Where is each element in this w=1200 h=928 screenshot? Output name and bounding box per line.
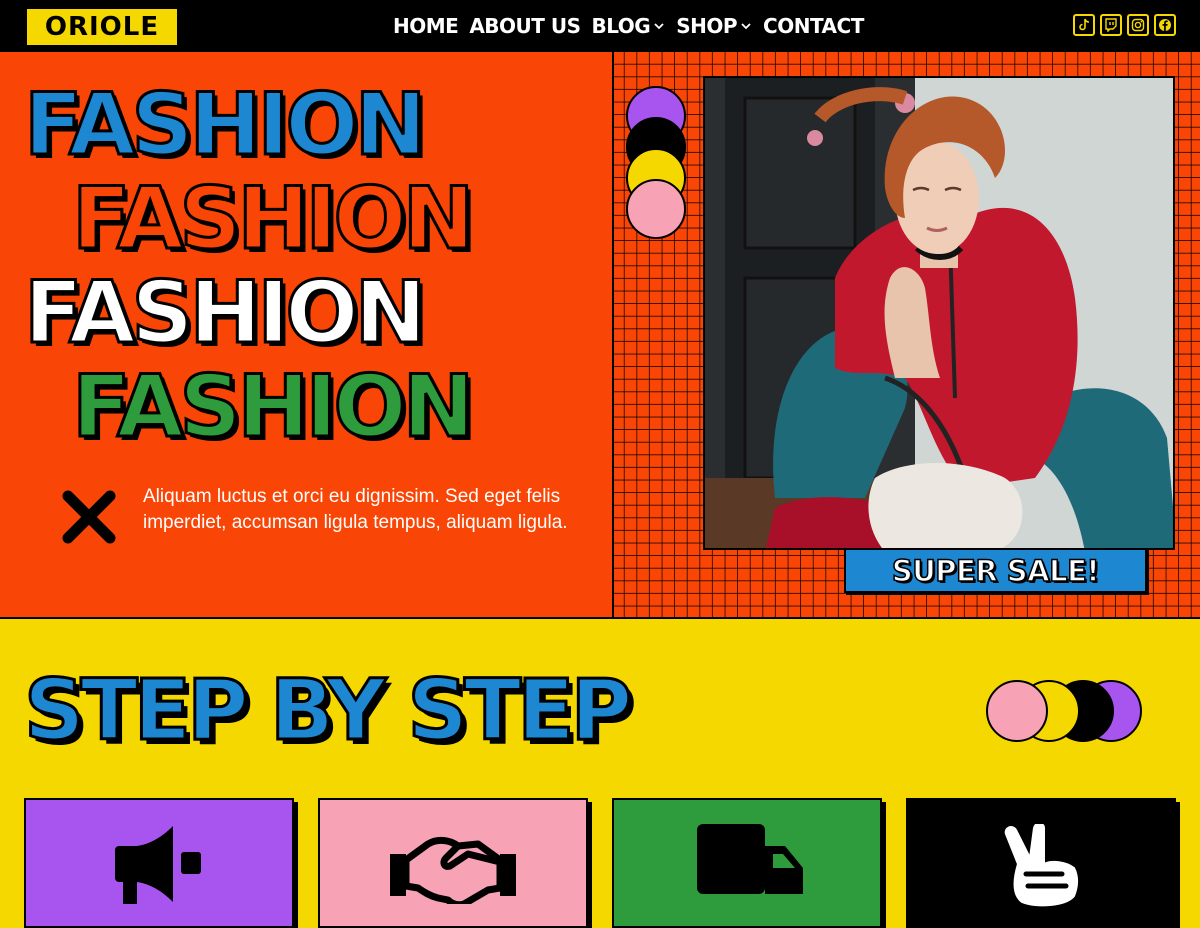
hero-body-text: Aliquam luctus et orci eu dignissim. Sed… bbox=[143, 486, 568, 533]
nav-about-us[interactable]: ABOUT US bbox=[469, 14, 581, 38]
steps-title: STEP BY STEP bbox=[22, 661, 633, 759]
logo[interactable]: ORIOLE bbox=[25, 7, 179, 47]
twitch-icon[interactable] bbox=[1100, 14, 1122, 36]
nav-contact-label: CONTACT bbox=[763, 14, 864, 38]
hero-headline-line-2: FASHION bbox=[70, 169, 475, 269]
chevron-down-icon bbox=[741, 23, 751, 30]
main-menu: HOME ABOUT US BLOG SHOP CONTACT bbox=[393, 0, 864, 52]
steps-decor-circles bbox=[986, 680, 1146, 744]
megaphone-icon bbox=[115, 826, 201, 904]
nav-contact[interactable]: CONTACT bbox=[763, 14, 864, 38]
step-card-1[interactable] bbox=[24, 798, 294, 928]
instagram-icon[interactable] bbox=[1127, 14, 1149, 36]
step-card-3[interactable] bbox=[612, 798, 882, 928]
step-card-2[interactable] bbox=[318, 798, 588, 928]
social-links bbox=[1073, 14, 1176, 36]
close-x-icon bbox=[62, 490, 116, 544]
tiktok-icon[interactable] bbox=[1073, 14, 1095, 36]
decor-circle bbox=[986, 680, 1048, 742]
hero-headline-line-1: FASHION bbox=[22, 75, 427, 175]
peace-hand-icon bbox=[1004, 824, 1078, 907]
hero-bottom-border bbox=[0, 617, 1200, 619]
hero-headline-line-4: FASHION bbox=[70, 357, 475, 457]
truck-icon bbox=[697, 824, 803, 894]
hero-headline-line-3: FASHION bbox=[22, 263, 427, 363]
hero-model-photo bbox=[703, 76, 1175, 550]
nav-blog[interactable]: BLOG bbox=[592, 14, 666, 38]
decor-circle bbox=[626, 179, 686, 239]
nav-blog-label: BLOG bbox=[591, 14, 651, 38]
nav-shop[interactable]: SHOP bbox=[676, 14, 752, 38]
super-sale-badge[interactable]: SUPER SALE! bbox=[844, 548, 1147, 593]
nav-home-label: HOME bbox=[393, 14, 459, 38]
top-navbar: ORIOLE HOME ABOUT US BLOG SHOP CONTACT bbox=[0, 0, 1200, 52]
nav-about-us-label: ABOUT US bbox=[469, 14, 581, 38]
nav-home[interactable]: HOME bbox=[393, 14, 459, 38]
handshake-icon bbox=[390, 836, 516, 904]
facebook-icon[interactable] bbox=[1154, 14, 1176, 36]
step-card-4[interactable] bbox=[906, 798, 1176, 928]
hero-section: FASHION FASHION FASHION FASHION Aliquam … bbox=[0, 52, 1200, 618]
nav-shop-label: SHOP bbox=[676, 14, 738, 38]
chevron-down-icon bbox=[654, 23, 664, 30]
